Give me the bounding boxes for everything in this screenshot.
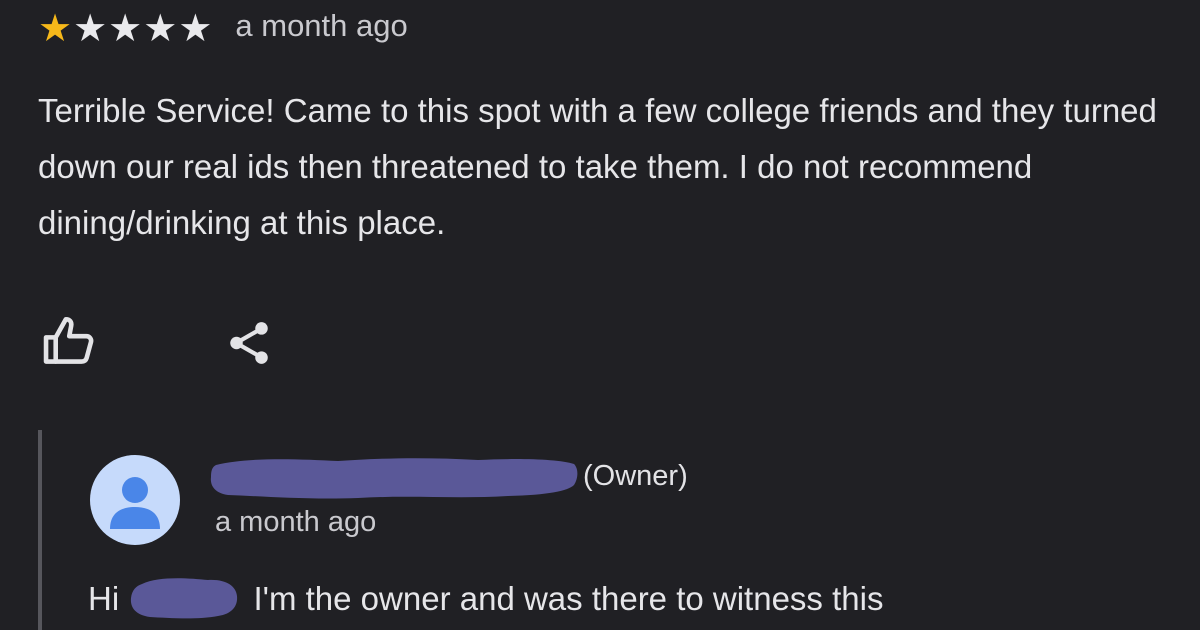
star-filled-icon: ★ — [38, 6, 73, 50]
owner-name-redaction — [210, 458, 578, 499]
thumbs-up-icon[interactable] — [40, 312, 98, 370]
reply-text: I'm the owner and was there to witness t… — [253, 580, 884, 617]
star-empty-icon: ★ — [178, 6, 213, 50]
reply-greeting: Hi — [88, 580, 120, 617]
reply-thread-line — [38, 430, 42, 630]
owner-avatar-icon[interactable] — [90, 455, 180, 545]
star-empty-icon: ★ — [108, 6, 143, 50]
reviewer-name-redaction — [131, 578, 238, 619]
review-card: ★ ★ ★ ★ ★ a month ago Terrible Service! Came… — [0, 0, 1200, 630]
review-date: a month ago — [235, 8, 408, 43]
reply-date: a month ago — [215, 506, 377, 538]
review-text: Terrible Service! Came to this spot with… — [38, 92, 1157, 241]
star-empty-icon: ★ — [73, 6, 108, 50]
owner-reply-text: Hi I'm the owner and was there to witnes… — [88, 576, 1188, 621]
star-empty-icon: ★ — [143, 6, 178, 50]
star-rating: ★ ★ ★ ★ ★ — [38, 9, 213, 47]
review-header: ★ ★ ★ ★ ★ a month ago — [38, 6, 408, 50]
share-icon[interactable] — [224, 318, 274, 368]
owner-badge: (Owner) — [583, 460, 688, 492]
